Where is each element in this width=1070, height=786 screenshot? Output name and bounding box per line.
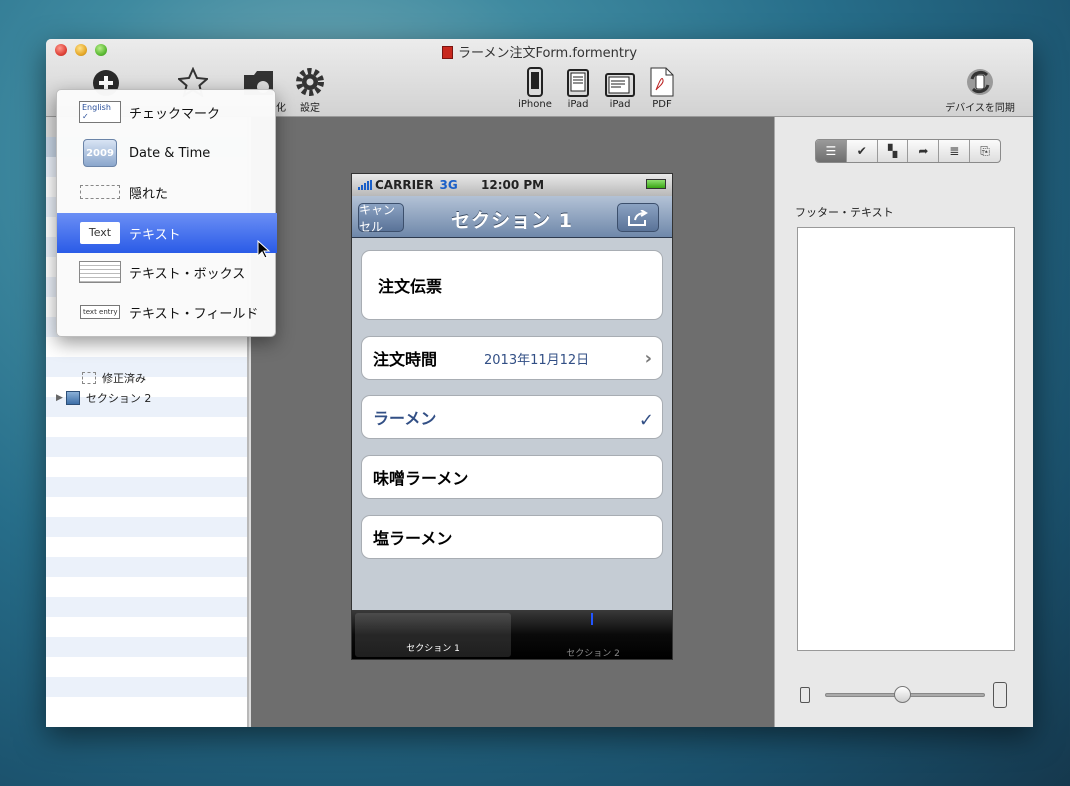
toolbar-partial-label: 化 [276, 103, 286, 114]
gear-icon [293, 67, 327, 97]
menu-item-date-time[interactable]: 2009 Date & Time [57, 133, 277, 173]
battery-icon [646, 179, 666, 189]
zoom-slider-knob[interactable] [893, 686, 911, 703]
menu-item-checkmark[interactable]: English ✓ チェックマーク [57, 92, 277, 132]
chevron-right-icon: › [644, 347, 652, 369]
menu-item-hidden[interactable]: 隠れた [57, 172, 277, 212]
footer-text-label: フッター・テキスト [795, 206, 894, 219]
navigation-bar: キャンセル セクション 1 [352, 196, 672, 238]
tab-bar: セクション 1 セクション 2 [352, 610, 672, 659]
settings-label: 設定 [300, 103, 320, 114]
menu-item-text-field[interactable]: text entry テキスト・フィールド [57, 292, 277, 332]
list-item[interactable]: 塩ラーメン [361, 515, 663, 559]
share-button[interactable] [617, 203, 659, 232]
ipad-portrait-button[interactable]: iPad [564, 67, 592, 110]
ipad-landscape-label: iPad [609, 99, 631, 110]
text-field-icon: text entry [79, 305, 121, 319]
tab-section-1[interactable]: セクション 1 [355, 613, 511, 657]
list-item[interactable]: 注文伝票 [361, 250, 663, 320]
iphone-preview-button[interactable]: iPhone [516, 67, 554, 110]
pdf-tab-icon[interactable]: ⎘ [970, 140, 1000, 162]
checkmark-icon: ✓ [638, 410, 654, 431]
list-tab-icon[interactable]: ≣ [939, 140, 971, 162]
status-bar: CARRIER 3G 12:00 PM [352, 174, 672, 196]
list-item[interactable]: ラーメン ✓ [361, 395, 663, 439]
tab-indicator-icon [591, 613, 593, 625]
sidebar-item-section-2[interactable]: ▶ セクション 2 [56, 390, 151, 406]
list-item[interactable]: 注文時間 2013年11月12日 › [361, 336, 663, 380]
text-thumb-icon: Text [79, 222, 121, 244]
settings-button[interactable]: 設定 [293, 67, 327, 114]
document-icon [441, 46, 453, 59]
carrier-text: CARRIER [375, 178, 434, 192]
calendar-icon: 2009 [79, 139, 121, 167]
element-type-popup-menu: English ✓ チェックマーク 2009 Date & Time 隠れた T… [56, 89, 277, 337]
window-title: ラーメン注文Form.formentry [46, 42, 1033, 61]
menu-item-text-box[interactable]: テキスト・ボックス [57, 252, 277, 292]
ipad-landscape-button[interactable]: iPad [604, 67, 636, 110]
tab-section-2[interactable]: セクション 2 [515, 613, 671, 659]
iphone-icon [516, 67, 554, 97]
sidebar-item-modified[interactable]: 修正済み [82, 370, 146, 386]
hidden-field-icon [82, 372, 96, 384]
hidden-field-icon [79, 185, 121, 199]
iphone-label: iPhone [518, 99, 552, 110]
share-tab-icon[interactable]: ➦ [908, 140, 940, 162]
pdf-icon [648, 67, 676, 97]
mouse-cursor-icon [257, 240, 271, 259]
checkmark-thumb-icon: English ✓ [79, 101, 121, 123]
disclosure-triangle-icon[interactable]: ▶ [56, 393, 63, 403]
signal-bars-icon [358, 180, 372, 190]
menu-item-text[interactable]: Text テキスト [57, 213, 277, 253]
network-text: 3G [439, 178, 458, 192]
footer-text-area[interactable] [797, 227, 1015, 651]
checkmark-tab-icon[interactable]: ✔ [847, 140, 878, 162]
share-arrow-icon [628, 209, 648, 226]
ipad-landscape-icon [604, 67, 636, 97]
date-value: 2013年11月12日 [484, 352, 590, 368]
inspector-panel: ☰ ✔ ▚ ➦ ≣ ⎘ フッター・テキスト [774, 117, 1033, 727]
pdf-label: PDF [652, 99, 672, 110]
list-item[interactable]: 味噌ラーメン [361, 455, 663, 499]
hierarchy-tab-icon[interactable]: ▚ [878, 140, 909, 162]
sync-devices-button[interactable]: デバイスを同期 [934, 67, 1026, 114]
section-icon [65, 391, 80, 405]
ipad-portrait-icon [564, 67, 592, 97]
ipad-portrait-label: iPad [567, 99, 589, 110]
footer-tab-icon[interactable]: ☰ [816, 140, 847, 162]
inspector-tab-segment[interactable]: ☰ ✔ ▚ ➦ ≣ ⎘ [815, 139, 1001, 163]
text-box-icon [79, 261, 121, 283]
status-time: 12:00 PM [481, 178, 545, 192]
pdf-preview-button[interactable]: PDF [648, 67, 676, 110]
large-phone-icon [993, 682, 1007, 708]
iphone-preview: CARRIER 3G 12:00 PM キャンセル セクション 1 注文伝票 注… [351, 173, 673, 660]
sync-label: デバイスを同期 [945, 103, 1015, 114]
small-phone-icon [800, 687, 810, 703]
sync-icon [934, 67, 1026, 97]
